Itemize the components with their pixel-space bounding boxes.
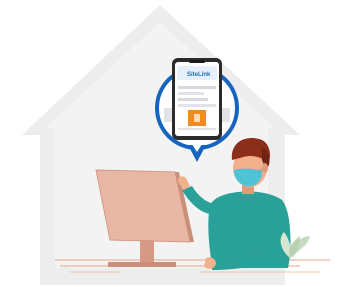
app-logo: SiteLink <box>187 72 211 78</box>
phone-icon: SiteLink <box>164 58 230 140</box>
remote-work-illustration: SiteLink <box>22 5 330 285</box>
